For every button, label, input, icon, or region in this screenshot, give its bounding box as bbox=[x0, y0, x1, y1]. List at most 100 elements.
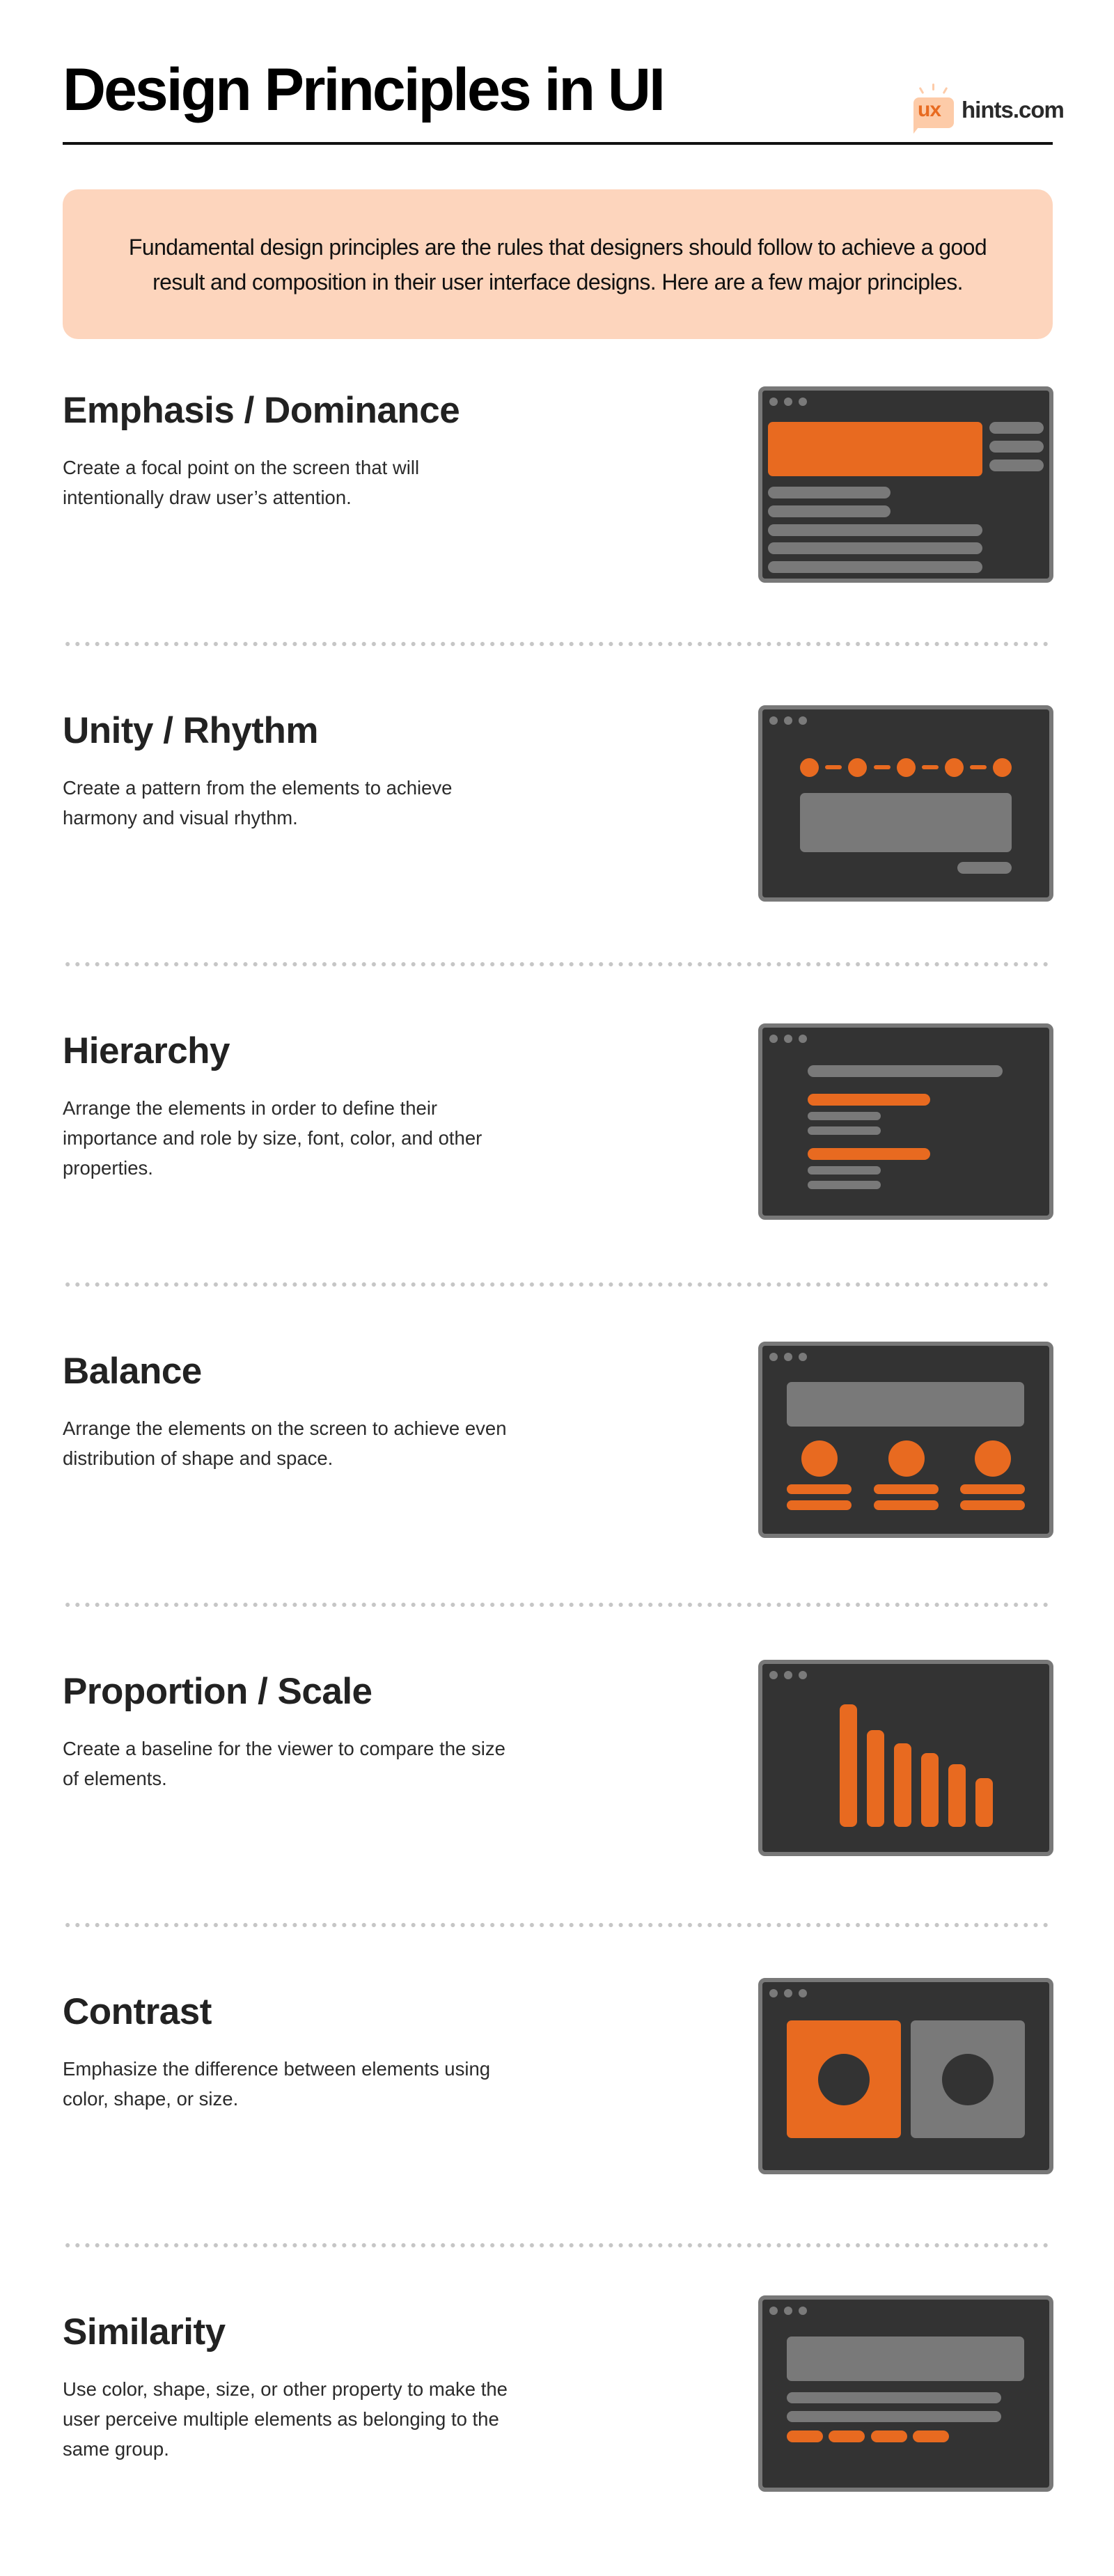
similar-tag bbox=[871, 2430, 907, 2442]
section-divider bbox=[63, 1282, 1053, 1287]
scale-bar bbox=[921, 1753, 939, 1827]
balance-circle bbox=[888, 1440, 925, 1477]
section-title: Hierarchy bbox=[63, 1030, 230, 1071]
body-line bbox=[808, 1166, 881, 1175]
page-title: Design Principles in UI bbox=[63, 56, 666, 123]
hierarchy-window-illustration bbox=[758, 1023, 1053, 1220]
section-description: Arrange the elements on the screen to ac… bbox=[63, 1417, 507, 1469]
rhythm-dot bbox=[897, 758, 916, 777]
balance-line bbox=[960, 1500, 1025, 1510]
rhythm-dot bbox=[993, 758, 1012, 777]
section-description: Create a focal point on the screen that … bbox=[63, 457, 420, 508]
window-controls-icon bbox=[769, 1989, 807, 1997]
text-line bbox=[787, 2392, 1001, 2403]
principle-hierarchy: Hierarchy Arrange the elements in order … bbox=[63, 1016, 1053, 1295]
section-divider bbox=[63, 1603, 1053, 1607]
contrast-card-accent bbox=[787, 2020, 901, 2138]
window-controls-icon bbox=[769, 2307, 807, 2315]
logo-badge-text: ux bbox=[918, 98, 941, 121]
principle-unity: Unity / Rhythm Create a pattern from the… bbox=[63, 696, 1053, 975]
text-line bbox=[768, 524, 982, 536]
rhythm-dash bbox=[970, 765, 987, 769]
similar-tag bbox=[829, 2430, 865, 2442]
unity-window-illustration bbox=[758, 705, 1053, 902]
banner-block bbox=[787, 1382, 1024, 1427]
balance-line bbox=[960, 1484, 1025, 1494]
sidebar-line bbox=[989, 422, 1044, 434]
section-divider bbox=[63, 1923, 1053, 1927]
window-controls-icon bbox=[769, 1035, 807, 1043]
balance-line bbox=[787, 1484, 852, 1494]
logo-site-text: hints.com bbox=[962, 97, 1065, 123]
scale-bar bbox=[867, 1730, 884, 1827]
content-block bbox=[800, 793, 1012, 852]
principle-balance: Balance Arrange the elements on the scre… bbox=[63, 1337, 1053, 1615]
principle-contrast: Contrast Emphasize the difference betwee… bbox=[63, 1977, 1053, 2256]
balance-line bbox=[787, 1500, 852, 1510]
sidebar-line bbox=[989, 460, 1044, 471]
uxhints-logo[interactable]: ux hints.com bbox=[905, 84, 1065, 134]
text-line bbox=[768, 487, 891, 498]
section-description: Create a pattern from the elements to ac… bbox=[63, 777, 453, 828]
rhythm-dash bbox=[825, 765, 842, 769]
text-line bbox=[768, 561, 982, 573]
page-header: Design Principles in UI ux hints.com bbox=[63, 0, 1065, 146]
emphasis-window-illustration bbox=[758, 386, 1053, 583]
window-controls-icon bbox=[769, 1353, 807, 1361]
intro-text: Fundamental design principles are the ru… bbox=[128, 234, 987, 294]
subheading-line bbox=[808, 1148, 930, 1160]
principle-emphasis: Emphasis / Dominance Create a focal poin… bbox=[63, 376, 1053, 654]
similarity-window-illustration bbox=[758, 2295, 1053, 2492]
section-description: Emphasize the difference between element… bbox=[63, 2058, 491, 2110]
proportion-window-illustration bbox=[758, 1660, 1053, 1856]
principle-similarity: Similarity Use color, shape, size, or ot… bbox=[63, 2295, 1053, 2576]
rhythm-dot bbox=[848, 758, 867, 777]
similar-tag bbox=[787, 2430, 823, 2442]
section-title: Balance bbox=[63, 1351, 202, 1392]
contrast-circle bbox=[818, 2054, 870, 2105]
balance-circle bbox=[975, 1440, 1011, 1477]
section-divider bbox=[63, 642, 1053, 646]
scale-bar bbox=[840, 1704, 857, 1827]
text-line bbox=[768, 542, 982, 554]
section-divider bbox=[63, 2243, 1053, 2247]
section-title: Proportion / Scale bbox=[63, 1671, 372, 1712]
balance-window-illustration bbox=[758, 1342, 1053, 1538]
section-description: Use color, shape, size, or other propert… bbox=[63, 2378, 508, 2460]
speech-bubble-tail-icon bbox=[913, 121, 923, 134]
contrast-card-neutral bbox=[911, 2020, 1025, 2138]
intro-callout: Fundamental design principles are the ru… bbox=[63, 189, 1053, 339]
body-line bbox=[808, 1112, 881, 1120]
body-line bbox=[808, 1126, 881, 1135]
sidebar-line bbox=[989, 441, 1044, 453]
text-line bbox=[768, 505, 891, 517]
rhythm-dot bbox=[945, 758, 964, 777]
balance-line bbox=[874, 1500, 939, 1510]
scale-bar bbox=[975, 1778, 993, 1827]
contrast-circle bbox=[942, 2054, 994, 2105]
balance-circle bbox=[801, 1440, 838, 1477]
scale-bar bbox=[948, 1764, 966, 1827]
section-description: Arrange the elements in order to define … bbox=[63, 1097, 483, 1179]
contrast-window-illustration bbox=[758, 1978, 1053, 2174]
section-description: Create a baseline for the viewer to comp… bbox=[63, 1738, 505, 1789]
focal-block bbox=[768, 422, 982, 476]
rhythm-dash bbox=[922, 765, 939, 769]
balance-line bbox=[874, 1484, 939, 1494]
button-shape bbox=[957, 862, 1012, 874]
rhythm-dot bbox=[800, 758, 819, 777]
banner-block bbox=[787, 2337, 1024, 2381]
heading-line bbox=[808, 1065, 1003, 1077]
scale-bar bbox=[894, 1743, 911, 1827]
window-controls-icon bbox=[769, 716, 807, 725]
header-divider bbox=[63, 142, 1053, 145]
text-line bbox=[787, 2411, 1001, 2422]
section-title: Emphasis / Dominance bbox=[63, 390, 460, 431]
similar-tag bbox=[913, 2430, 949, 2442]
subheading-line bbox=[808, 1094, 930, 1106]
section-title: Unity / Rhythm bbox=[63, 710, 318, 751]
principle-proportion: Proportion / Scale Create a baseline for… bbox=[63, 1657, 1053, 1935]
window-controls-icon bbox=[769, 398, 807, 406]
window-controls-icon bbox=[769, 1671, 807, 1679]
rhythm-dash bbox=[874, 765, 891, 769]
